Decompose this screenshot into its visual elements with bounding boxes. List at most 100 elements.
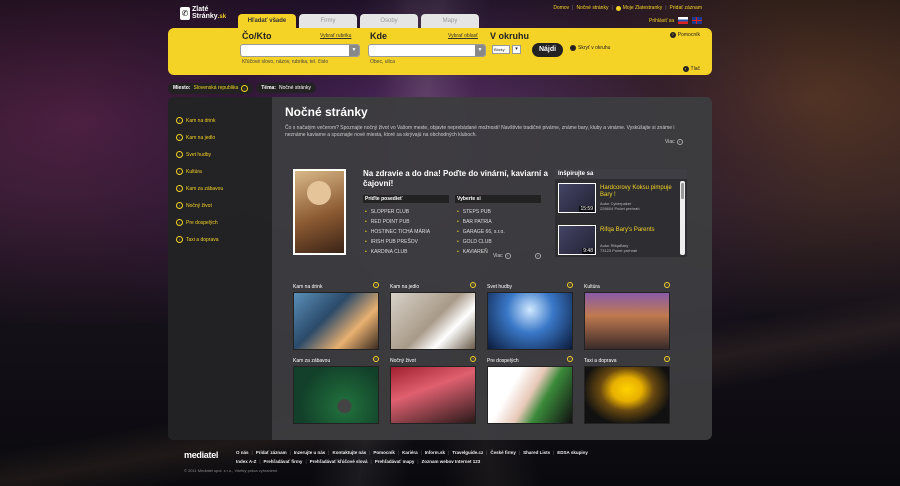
pomocnik-link[interactable]: ? Pomocník [669, 32, 700, 38]
category-photo[interactable] [487, 292, 573, 350]
video-meta: Autor RifqaBary 73123 Počet prehratí [600, 243, 637, 253]
footer-link[interactable]: EDSA skupiny [557, 450, 588, 455]
club-link[interactable]: GARAGE 66, s.r.o. [457, 227, 505, 237]
category-photo[interactable] [487, 366, 573, 424]
toplink-domov[interactable]: Domov [553, 5, 569, 11]
miesto-pill[interactable]: Miesto: Slovenská republika › [168, 82, 254, 94]
sidebar-item-kam-na-jedlo[interactable]: › Kam na jedlo [176, 134, 215, 141]
separator: | [397, 450, 400, 455]
club-link[interactable]: GOLD CLUB [457, 237, 505, 247]
radio-icon [570, 45, 576, 51]
footer-link[interactable]: Inzerujte u nás [294, 450, 326, 455]
footer-link[interactable]: Index A-Z [236, 459, 256, 464]
footer-link[interactable]: Inform.sk [425, 450, 445, 455]
tab-hladat-vsade[interactable]: Hľadať všade [238, 14, 296, 28]
tlac-link[interactable]: ▪ Tlač [682, 66, 700, 72]
footer-link[interactable]: Pridať záznam [256, 450, 287, 455]
video-item[interactable]: 15:59 Hardcorovy Koksu pimpuje Bary ! Au… [558, 183, 678, 217]
footer-link[interactable]: Kariéra [402, 450, 418, 455]
category-photo[interactable] [584, 292, 670, 350]
chevron-right-icon: › [176, 202, 183, 209]
arrow-right-icon[interactable]: › [241, 84, 249, 92]
category-label: Nočný život [390, 358, 416, 364]
club-link[interactable]: STEPS PUB [457, 207, 505, 217]
login-row: Prihlásiť sa [649, 17, 702, 24]
separator: | [305, 459, 307, 464]
video-title[interactable]: Hardcorovy Koksu pimpuje Bary ! [600, 185, 676, 199]
chevron-down-icon[interactable]: ▼ [475, 45, 485, 56]
feature-photo[interactable] [293, 169, 346, 255]
video-title[interactable]: Rifqa Bary's Parents [600, 227, 676, 234]
category-photo[interactable] [390, 366, 476, 424]
club-link[interactable]: IRISH PUB PREŠOV [365, 237, 430, 247]
category-card-pre-dospelych[interactable]: Pre dospelých › [487, 356, 573, 424]
footer-link[interactable]: České firmy [490, 450, 516, 455]
english-flag-icon[interactable] [692, 17, 702, 24]
club-link[interactable]: RED POINT PUB [365, 217, 430, 227]
sidebar-item-kam-na-drink[interactable]: › Kam na drink [176, 117, 215, 124]
category-photo[interactable] [293, 366, 379, 424]
toplink-nocne-stranky[interactable]: Nočné stránky [576, 5, 608, 11]
footer-link[interactable]: Prehľadávať kľúčové slová [310, 459, 368, 464]
video-item[interactable]: 9:48 Rifqa Bary's Parents Autor RifqaBar… [558, 225, 678, 259]
arrow-right-icon: › [535, 253, 541, 259]
tab-firmy[interactable]: Firmy [299, 14, 357, 28]
footer-link[interactable]: Pomocník [373, 450, 395, 455]
sidebar-item-label: Kam na jedlo [186, 134, 216, 141]
sidebar-item-taxi-a-doprava[interactable]: › Taxi a doprava [176, 236, 219, 243]
footer-link[interactable]: Prehľadávať mapy [375, 459, 415, 464]
club-link[interactable]: HOSTINEC TICHÁ MÁRIA [365, 227, 430, 237]
category-card-kam-na-drink[interactable]: Kam na drink › [293, 282, 379, 350]
footer-link[interactable]: Shared Lists [523, 450, 550, 455]
tab-mapy[interactable]: Mapy [421, 14, 479, 28]
toplink-pridat-zaznam[interactable]: Pridať záznam [670, 5, 702, 11]
category-card-svet-hudby[interactable]: Svet hudby › [487, 282, 573, 350]
sidebar-item-kam-za-zabavou[interactable]: › Kam za zábavou [176, 185, 223, 192]
feature-title[interactable]: Na zdravie a do dna! Poďte do vinární, k… [363, 169, 553, 189]
copyright: © 2011 Mediatel spol. s r.o., Všetky prá… [184, 468, 279, 473]
sidebar-item-svet-hudby[interactable]: › Svet hudby [176, 151, 211, 158]
vybrat-rubriku-link[interactable]: Vybrať rubriku [320, 33, 351, 39]
footer-link[interactable]: Travelguide.cz [452, 450, 483, 455]
feature-next-link[interactable]: › [535, 253, 541, 259]
vybrat-oblast-link[interactable]: Vybrať oblasť [448, 33, 478, 39]
slovak-flag-icon[interactable] [678, 17, 688, 24]
video-views: 226604 Počet prehratí [600, 206, 640, 211]
mediatel-logo[interactable]: mediatel [184, 450, 218, 460]
category-card-kultura[interactable]: Kultúra › [584, 282, 670, 350]
category-card-taxi-a-doprava[interactable]: Taxi a doprava › [584, 356, 670, 424]
sidebar-item-pre-dospelych[interactable]: › Pre dospelých [176, 219, 218, 226]
club-link[interactable]: SLOPPER CLUB [365, 207, 430, 217]
club-link[interactable]: BAR PATRIA [457, 217, 505, 227]
footer-link[interactable]: Prehľadávať firmy [264, 459, 303, 464]
category-card-kam-na-jedlo[interactable]: Kam na jedlo › [390, 282, 476, 350]
kde-input[interactable]: ▼ [368, 44, 486, 57]
co-input[interactable]: ▼ [240, 44, 360, 57]
category-photo[interactable] [293, 292, 379, 350]
tema-pill[interactable]: Téma: Nočné stránky [256, 83, 316, 93]
feature-more-link[interactable]: Viac › [493, 253, 511, 259]
footer-link[interactable]: Kontaktujte nás [332, 450, 366, 455]
video-thumbnail[interactable]: 15:59 [558, 183, 596, 213]
login-link[interactable]: Prihlásiť sa [649, 18, 674, 24]
skryt-v-okruhu-checkbox[interactable]: Skryť v okruhu [570, 45, 610, 51]
footer-link[interactable]: O nás [236, 450, 249, 455]
okruh-select[interactable]: Blízky [492, 45, 510, 54]
footer-link[interactable]: Zoznam webov Internet 123 [422, 459, 481, 464]
club-link[interactable]: KARDINA CLUB [365, 247, 430, 257]
category-card-kam-za-zabavou[interactable]: Kam za zábavou › [293, 356, 379, 424]
sidebar-item-nocny-zivot[interactable]: › Nočný život [176, 202, 212, 209]
najdi-button[interactable]: Nájdi [532, 43, 563, 57]
sidebar-item-kultura[interactable]: › Kultúra [176, 168, 202, 175]
chevron-down-icon[interactable]: ▼ [349, 45, 359, 56]
category-card-nocny-zivot[interactable]: Nočný život › [390, 356, 476, 424]
category-photo[interactable] [584, 366, 670, 424]
category-photo[interactable] [390, 292, 476, 350]
inspiration-scrollbar[interactable] [680, 181, 685, 255]
zlate-stranky-logo[interactable]: ✆ Zlaté Stránky.sk [180, 6, 226, 21]
toplink-moje[interactable]: Moje Zlatestranky [615, 5, 662, 11]
tab-osoby[interactable]: Osoby [360, 14, 418, 28]
okruh-dropdown-icon[interactable]: ▾ [512, 45, 521, 54]
intro-more-link[interactable]: Viac › [665, 139, 683, 145]
video-thumbnail[interactable]: 9:48 [558, 225, 596, 255]
